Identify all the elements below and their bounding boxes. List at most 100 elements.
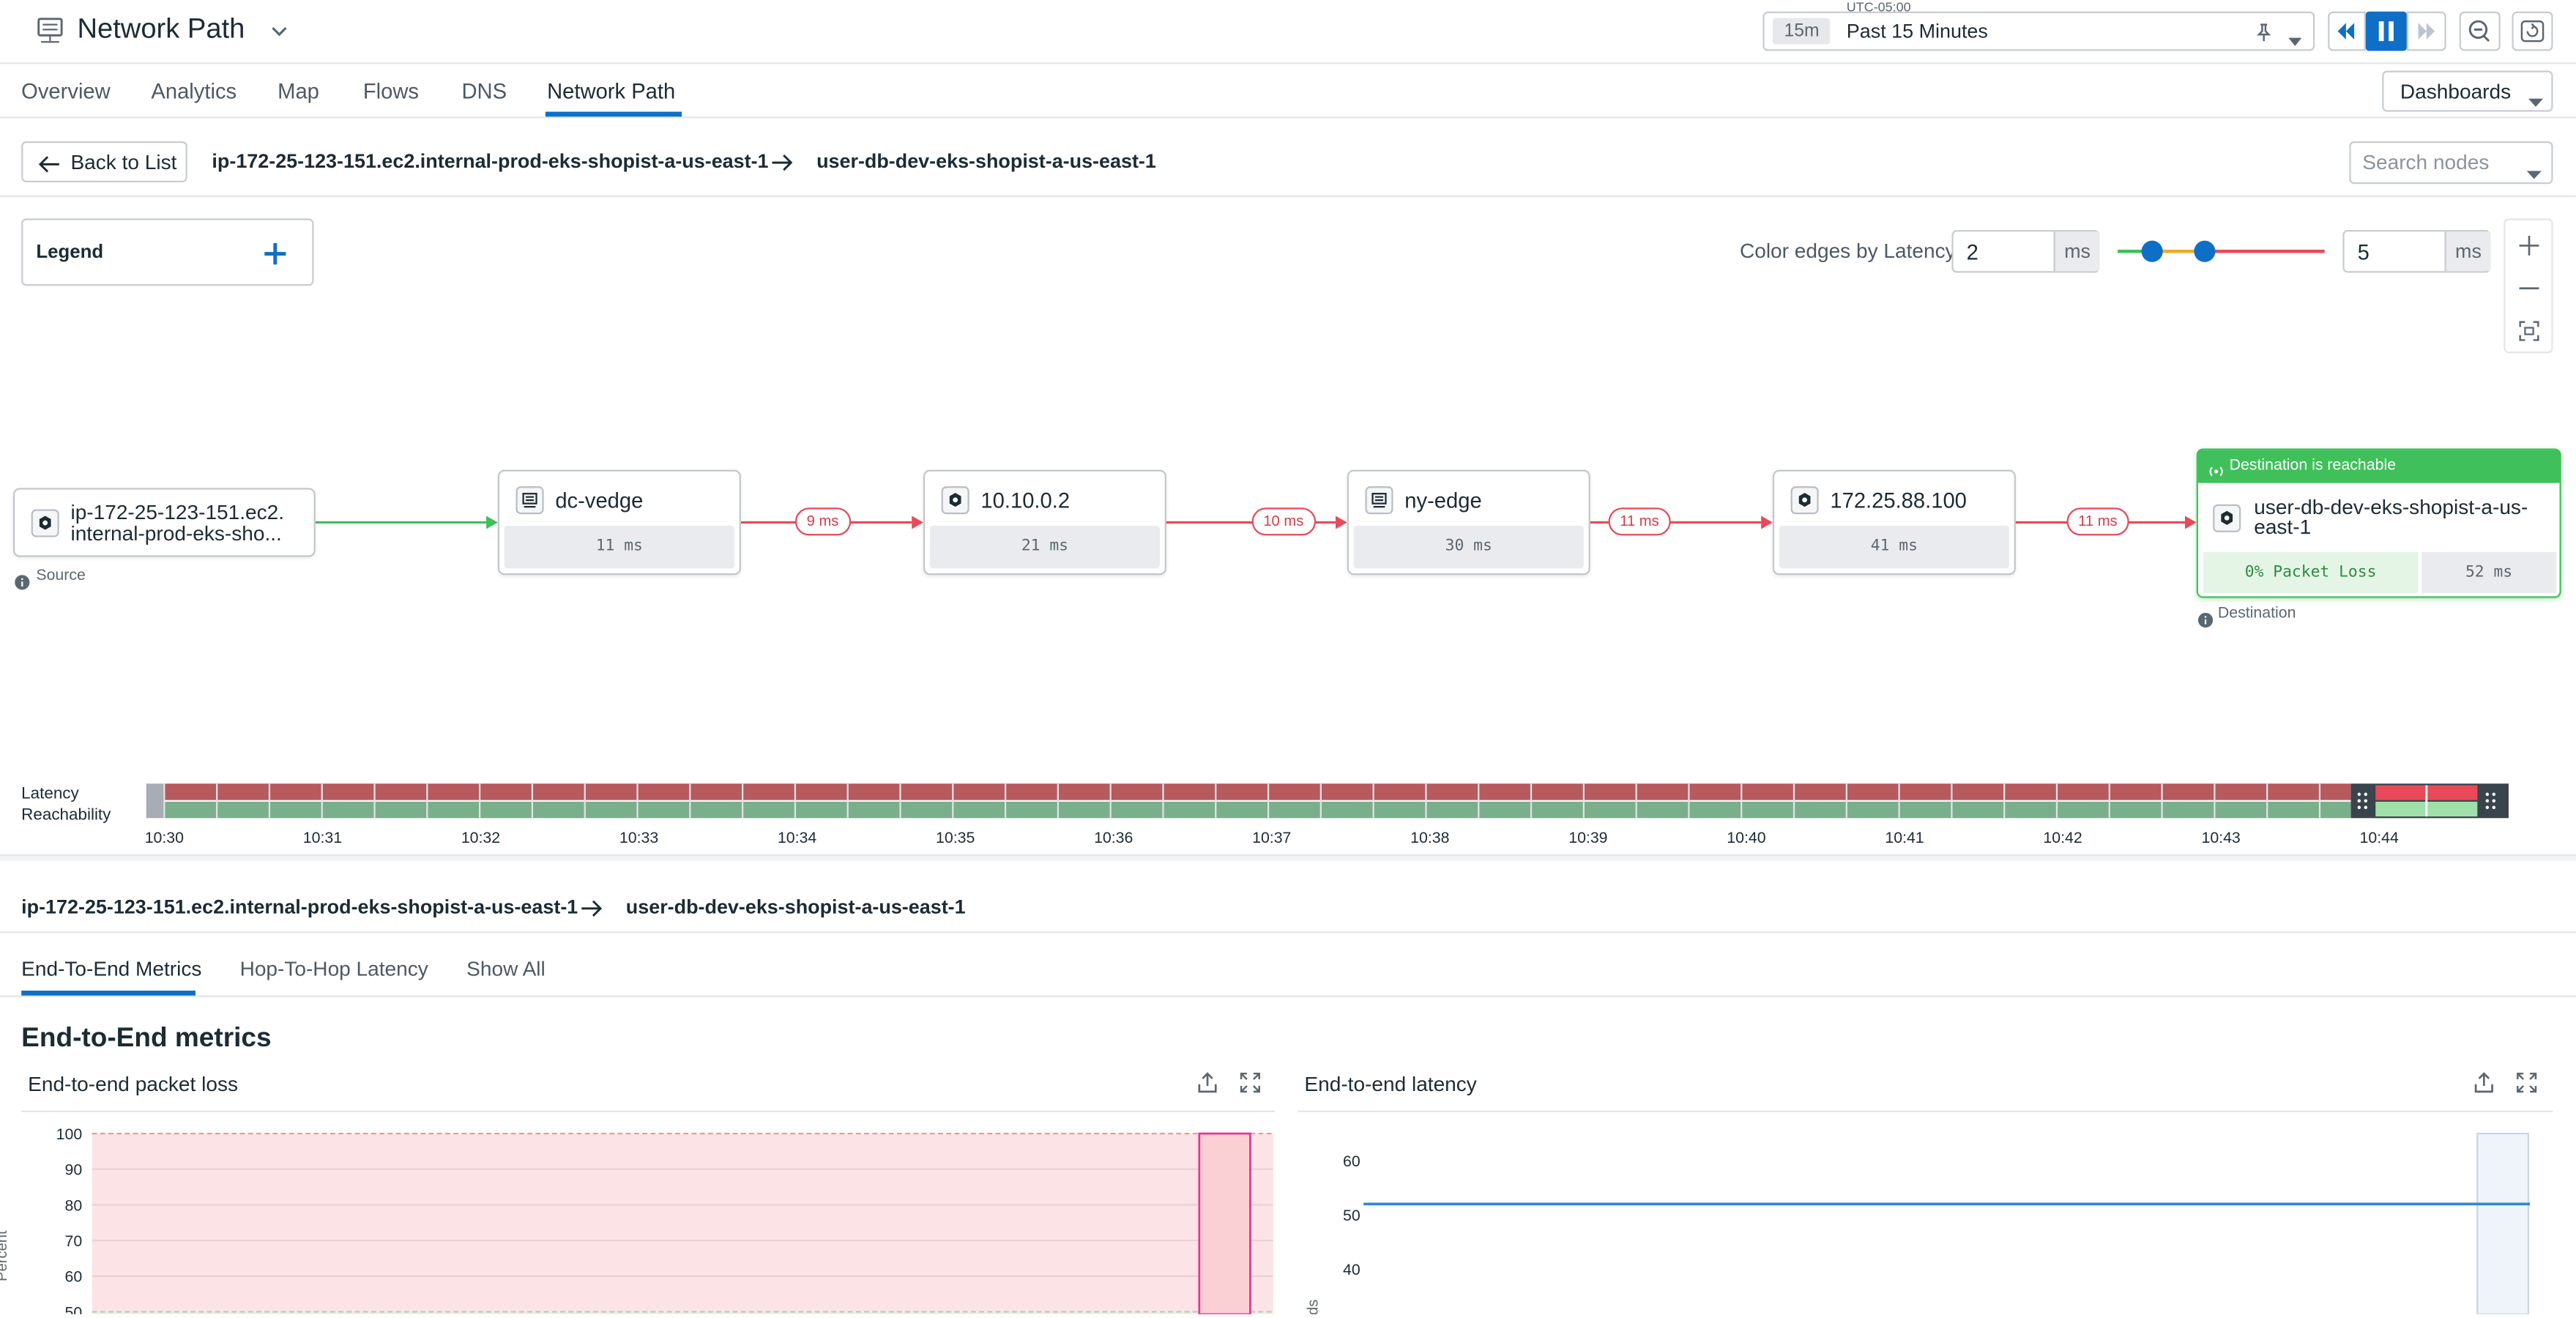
app-icon bbox=[36, 16, 64, 44]
tab-dns[interactable]: DNS bbox=[461, 79, 507, 104]
export-icon[interactable] bbox=[2473, 1071, 2495, 1103]
page-title: Network Path bbox=[77, 12, 245, 45]
source-caption: Source bbox=[36, 567, 86, 585]
edge-latency-pill[interactable]: 11 ms bbox=[1608, 507, 1671, 536]
latency-ylabel: Milliseconds bbox=[1304, 1300, 1320, 1314]
active-tab-indicator bbox=[21, 990, 196, 996]
latency-min-input[interactable]: 2 ms bbox=[1951, 230, 2100, 273]
title-dropdown-icon[interactable] bbox=[269, 20, 289, 49]
timeline-tick-label: 10:35 bbox=[936, 829, 975, 846]
packet-loss-value: 0% Packet Loss bbox=[2203, 551, 2419, 593]
rewind-button[interactable] bbox=[2328, 11, 2366, 51]
hop-name: 172.25.88.100 bbox=[1830, 488, 1967, 513]
pin-icon[interactable] bbox=[2254, 21, 2274, 51]
packet-loss-bar[interactable] bbox=[1198, 1132, 1251, 1314]
destination-latency: 52 ms bbox=[2421, 551, 2557, 593]
timeline-tick-label: 10:32 bbox=[461, 829, 500, 846]
latency-chart[interactable]: 60 50 40 bbox=[1281, 1114, 2576, 1314]
legend-panel[interactable]: Legend bbox=[21, 218, 314, 286]
y-tick-label: 100 bbox=[56, 1125, 83, 1143]
hop-node[interactable]: ny-edge 30 ms bbox=[1347, 469, 1590, 576]
timeline-tick-label: 10:38 bbox=[1410, 829, 1449, 846]
host-icon bbox=[941, 486, 969, 515]
source-name-line1: ip-172-25-123-151.ec2. bbox=[70, 501, 285, 524]
map-zoom-controls bbox=[2504, 218, 2553, 354]
tab-map[interactable]: Map bbox=[278, 79, 319, 104]
hop-latency: 11 ms bbox=[504, 525, 734, 569]
hop-latency: 41 ms bbox=[1779, 525, 2009, 569]
latency-chart-title: End-to-end latency bbox=[1304, 1073, 1477, 1096]
expand-icon[interactable] bbox=[2515, 1071, 2538, 1103]
y-tick-label: 70 bbox=[64, 1232, 82, 1250]
tab-show-all[interactable]: Show All bbox=[466, 958, 546, 980]
timeline-bars[interactable]: 10:30 10:31 10:32 10:33 10:34 10:35 10:36 10:37… bbox=[0, 772, 2576, 857]
caret-down-icon[interactable] bbox=[2287, 26, 2303, 56]
time-range-picker[interactable]: 15m Past 15 Minutes bbox=[1762, 11, 2315, 51]
destination-node[interactable]: Destination is reachable user-db-dev-eks… bbox=[2196, 448, 2561, 598]
source-name-line2: internal-prod-eks-sho... bbox=[70, 522, 282, 546]
zoom-out-icon[interactable] bbox=[2517, 276, 2542, 309]
reachable-banner: Destination is reachable bbox=[2197, 450, 2560, 483]
y-tick-label: 50 bbox=[1343, 1207, 1360, 1224]
y-tick-label: 80 bbox=[64, 1196, 82, 1214]
dashboards-button[interactable]: Dashboards bbox=[2382, 70, 2553, 112]
timeline-tick-label: 10:37 bbox=[1252, 829, 1291, 846]
zoom-in-icon[interactable] bbox=[2517, 234, 2542, 267]
tab-network-path[interactable]: Network Path bbox=[547, 79, 675, 104]
back-to-list-button[interactable]: Back to List bbox=[21, 141, 187, 183]
search-caret-icon bbox=[2526, 160, 2542, 189]
hop-name: ny-edge bbox=[1404, 488, 1482, 513]
timeline-tick-label: 10:34 bbox=[778, 829, 816, 846]
y-tick-label: 90 bbox=[64, 1161, 82, 1179]
hop-name: 10.10.0.2 bbox=[980, 488, 1071, 513]
timeline-tick-label: 10:43 bbox=[2201, 829, 2240, 846]
fit-view-icon[interactable] bbox=[2518, 321, 2539, 350]
edge-latency-pill[interactable]: 11 ms bbox=[2066, 507, 2129, 536]
edge-latency-pill[interactable]: 10 ms bbox=[1251, 507, 1316, 536]
signal-icon bbox=[2208, 458, 2224, 488]
plus-icon[interactable] bbox=[263, 242, 288, 275]
timeline-tick-label: 10:44 bbox=[2360, 829, 2399, 846]
router-icon bbox=[1365, 486, 1393, 515]
arrow-right-icon bbox=[770, 151, 793, 180]
host-icon bbox=[1790, 486, 1819, 515]
tab-flows[interactable]: Flows bbox=[363, 79, 419, 104]
arrow-right-icon bbox=[580, 897, 603, 926]
tab-overview[interactable]: Overview bbox=[21, 79, 111, 104]
timeline-tick-label: 10:30 bbox=[145, 829, 184, 846]
path-source: ip-172-25-123-151.ec2.internal-prod-eks-… bbox=[212, 149, 769, 173]
refresh-button[interactable] bbox=[2512, 11, 2553, 51]
search-nodes-select[interactable]: Search nodes bbox=[2349, 141, 2553, 185]
hop-node[interactable]: 172.25.88.100 41 ms bbox=[1772, 469, 2016, 576]
latency-max-unit: ms bbox=[2444, 231, 2491, 272]
packet-loss-ylabel: Percent bbox=[0, 1230, 10, 1282]
source-node[interactable]: ip-172-25-123-151.ec2. internal-prod-eks… bbox=[12, 488, 316, 557]
edge-latency-pill[interactable]: 9 ms bbox=[794, 507, 851, 536]
active-tab-indicator bbox=[545, 111, 682, 117]
hop-node[interactable]: dc-vedge 11 ms bbox=[497, 469, 741, 576]
timeline-tick-label: 10:41 bbox=[1885, 829, 1924, 846]
latency-color-label: Color edges by Latency bbox=[1739, 239, 1956, 263]
packet-loss-chart[interactable]: 100 90 80 70 60 50 bbox=[0, 1114, 1281, 1314]
tab-end-to-end-metrics[interactable]: End-To-End Metrics bbox=[21, 958, 201, 980]
tab-analytics[interactable]: Analytics bbox=[151, 79, 237, 104]
current-window-highlight bbox=[2476, 1132, 2530, 1314]
info-icon bbox=[2197, 606, 2214, 636]
host-icon bbox=[31, 509, 59, 537]
info-icon bbox=[15, 568, 30, 597]
tab-hop-to-hop-latency[interactable]: Hop-To-Hop Latency bbox=[240, 958, 428, 980]
fast-forward-button[interactable] bbox=[2406, 11, 2446, 51]
timeline-tick-label: 10:31 bbox=[303, 829, 342, 846]
pause-button[interactable] bbox=[2365, 11, 2407, 51]
hop-node[interactable]: 10.10.0.2 21 ms bbox=[923, 469, 1166, 576]
latency-max-input[interactable]: 5 ms bbox=[2342, 230, 2491, 273]
zoom-out-button[interactable] bbox=[2459, 11, 2501, 51]
export-icon[interactable] bbox=[1196, 1071, 1218, 1103]
latency-range-slider[interactable] bbox=[2118, 234, 2328, 269]
destination-caption: Destination bbox=[2217, 604, 2296, 623]
hop-name: dc-vedge bbox=[555, 488, 644, 513]
expand-icon[interactable] bbox=[1239, 1071, 1262, 1103]
dashboards-label: Dashboards bbox=[2400, 80, 2512, 104]
reachable-label: Destination is reachable bbox=[2229, 456, 2397, 475]
timeline-tick-label: 10:33 bbox=[619, 829, 658, 846]
